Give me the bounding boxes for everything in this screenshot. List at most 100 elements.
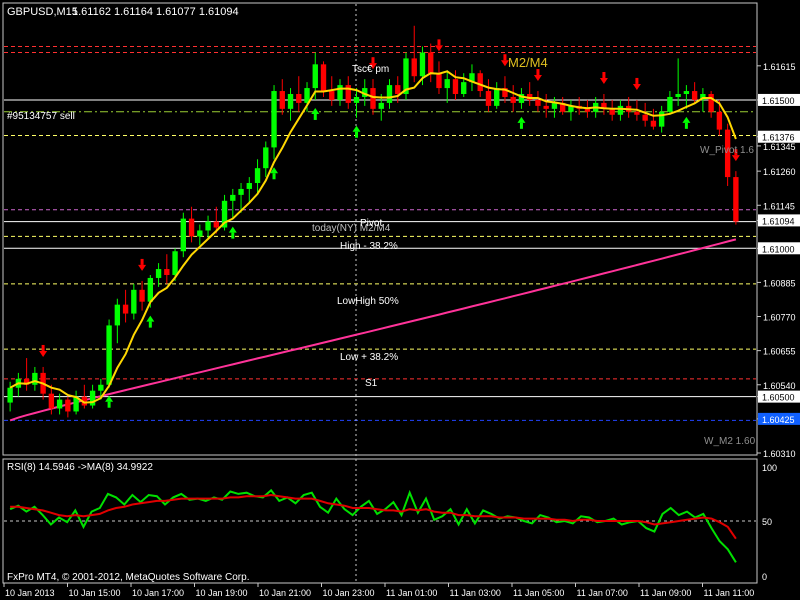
price-tick-label: 1.61615 xyxy=(763,62,796,72)
candle-body xyxy=(155,269,162,278)
candle-body xyxy=(271,91,277,148)
time-tick-label: 11 Jan 11:00 xyxy=(704,588,755,598)
candle-body xyxy=(691,91,698,100)
candle-body xyxy=(164,269,170,275)
candle-body xyxy=(452,79,459,95)
candle-body xyxy=(197,230,203,237)
candle-body xyxy=(139,289,145,302)
candle-body xyxy=(436,73,442,89)
candle-body xyxy=(65,399,71,412)
time-tick-label: 10 Jan 21:00 xyxy=(259,588,311,598)
rsi-tick-label: 100 xyxy=(762,463,777,473)
candle-body xyxy=(172,251,178,275)
lowhigh-50-label: LowHigh 50% xyxy=(337,296,399,307)
price-tag-label: 1.61094 xyxy=(762,216,795,226)
candle-body xyxy=(543,105,549,109)
candle-body xyxy=(510,96,516,103)
up-arrow-icon xyxy=(313,113,317,120)
time-tick-label: 11 Jan 07:00 xyxy=(577,588,628,598)
price-tag-label: 1.60425 xyxy=(762,415,795,425)
candle-body xyxy=(98,384,104,391)
candle-body xyxy=(246,183,252,189)
candle-body xyxy=(312,64,318,89)
price-tick-label: 1.60770 xyxy=(763,313,796,323)
candle-body xyxy=(353,96,360,103)
candle-body xyxy=(477,73,483,92)
price-tick-label: 1.61345 xyxy=(763,142,796,152)
candle-body xyxy=(444,79,450,89)
time-tick-label: 11 Jan 01:00 xyxy=(386,588,437,598)
candle-body xyxy=(205,221,211,231)
candle-body xyxy=(114,304,121,326)
candle-body xyxy=(708,94,714,112)
candle-body xyxy=(494,88,500,106)
rsi-tick-label: 0 xyxy=(762,572,767,582)
candle-body xyxy=(395,85,401,95)
time-tick-label: 10 Jan 19:00 xyxy=(196,588,248,598)
candle-body xyxy=(106,325,112,385)
candle-body xyxy=(279,91,285,109)
candle-body xyxy=(230,194,236,201)
candle-body xyxy=(320,64,327,92)
candle-body xyxy=(48,393,55,409)
candle-body xyxy=(617,105,624,115)
m2m4-label: M2/M4 xyxy=(508,55,548,70)
candle-body xyxy=(122,304,129,314)
time-tick-label: 11 Jan 03:00 xyxy=(450,588,501,598)
down-arrow-icon xyxy=(437,39,441,46)
trading-chart[interactable]: GBPUSD,M15 1.61162 1.61164 1.61077 1.610… xyxy=(0,0,800,600)
price-tick-label: 1.61145 xyxy=(763,201,795,211)
candle-body xyxy=(642,114,648,121)
rsi-label: RSI(8) 14.5946 ->MA(8) 34.9922 xyxy=(7,462,153,473)
up-arrow-icon xyxy=(684,122,688,129)
down-arrow-icon xyxy=(140,258,144,265)
up-arrow-icon xyxy=(519,122,523,129)
up-arrow-icon xyxy=(272,173,276,180)
high-382-label: High - 38.2% xyxy=(340,241,398,252)
time-tick-label: 11 Jan 09:00 xyxy=(640,588,691,598)
price-tick-label: 1.60885 xyxy=(763,278,796,288)
candle-body xyxy=(378,102,384,109)
candle-body xyxy=(296,94,302,103)
price-axis[interactable]: 1.616151.615001.613761.613451.612601.611… xyxy=(757,62,800,459)
pivot-label: Pivot xyxy=(360,218,382,229)
candle-body xyxy=(386,85,393,103)
candle-body xyxy=(287,94,294,109)
time-tick-label: 10 Jan 23:00 xyxy=(323,588,375,598)
down-arrow-icon xyxy=(371,57,375,64)
candle-body xyxy=(188,218,195,237)
candle-body xyxy=(180,218,186,252)
candle-body xyxy=(131,289,137,314)
price-tick-label: 1.60655 xyxy=(763,347,796,357)
time-tick-label: 10 Jan 15:00 xyxy=(69,588,121,598)
down-arrow-icon xyxy=(602,72,606,79)
candle-body xyxy=(411,58,417,77)
weekly-pivot-label: W_Pivot 1.6 xyxy=(700,145,754,156)
candle-body xyxy=(7,387,13,403)
candle-body xyxy=(675,94,681,97)
time-tick-label: 11 Jan 05:00 xyxy=(513,588,564,598)
down-arrow-icon xyxy=(41,344,45,351)
weekly-m2-label: W_M2 1.60 xyxy=(704,436,756,447)
candle-body xyxy=(32,372,38,385)
candle-body xyxy=(485,91,492,106)
price-tick-label: 1.60310 xyxy=(763,449,796,459)
rsi-tick-label: 50 xyxy=(762,517,772,527)
candle-body xyxy=(716,111,723,130)
price-tag-label: 1.60500 xyxy=(762,393,795,403)
price-tick-label: 1.60540 xyxy=(763,381,796,391)
down-arrow-icon xyxy=(503,54,507,61)
candle-body xyxy=(329,91,335,100)
ohlc-header: 1.61162 1.61164 1.61077 1.61094 xyxy=(72,6,239,18)
order-label[interactable]: #95134757 sell xyxy=(7,111,75,122)
candle-body xyxy=(461,82,467,95)
time-axis[interactable]: 10 Jan 2013 10 Jan 15:00 10 Jan 17:00 10 Ja… xyxy=(3,583,755,598)
candle-body xyxy=(263,147,269,169)
candle-body xyxy=(551,102,558,109)
candle-body xyxy=(56,399,63,409)
candle-body xyxy=(535,99,541,106)
candle-body xyxy=(337,85,343,100)
candle-body xyxy=(733,177,739,222)
candle-body xyxy=(238,188,244,195)
down-arrow-icon xyxy=(635,77,639,84)
